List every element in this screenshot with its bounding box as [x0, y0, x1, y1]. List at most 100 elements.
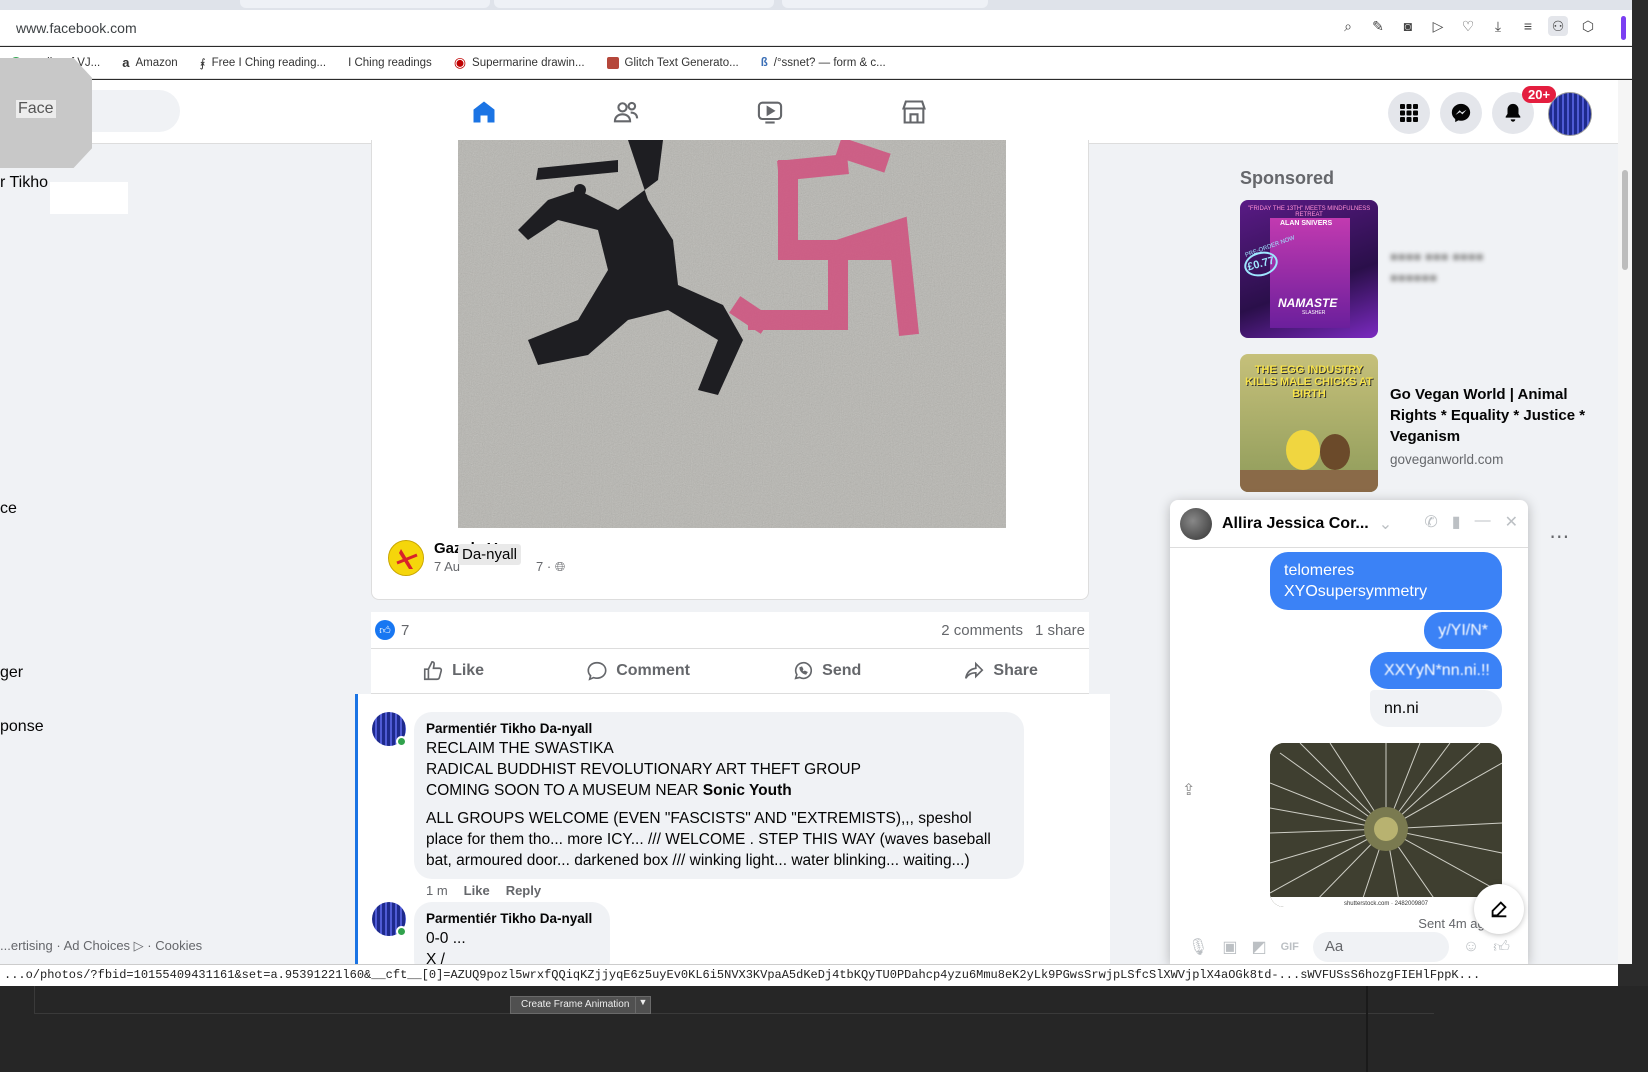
- search-placeholder[interactable]: Face: [16, 100, 56, 118]
- bookmark-item[interactable]: ß /°ssnet? — form & c...: [761, 57, 886, 69]
- tab-friends[interactable]: [558, 80, 694, 144]
- sidebar-item-profile[interactable]: r Tikho: [0, 174, 48, 192]
- sticker-icon[interactable]: ◩: [1251, 937, 1266, 957]
- send-button[interactable]: Send: [792, 660, 861, 682]
- emoji-icon[interactable]: ☺: [1463, 938, 1479, 956]
- search-icon[interactable]: ⌕: [1338, 16, 1358, 36]
- gif-icon[interactable]: GIF: [1281, 941, 1299, 953]
- chat-message[interactable]: telomeres XYOsupersymmetry: [1270, 552, 1502, 610]
- redaction-patch: [50, 182, 128, 214]
- url-text[interactable]: www.facebook.com: [16, 20, 137, 36]
- browser-tab[interactable]: [782, 0, 988, 8]
- minimize-icon[interactable]: —: [1475, 512, 1491, 532]
- dropdown-arrow-icon[interactable]: ▼: [635, 996, 651, 1014]
- chat-contact-avatar[interactable]: [1180, 507, 1212, 540]
- download-icon[interactable]: ⤓: [1488, 16, 1508, 36]
- browser-tab-strip: [0, 0, 1632, 10]
- author-logo[interactable]: [388, 540, 424, 576]
- comment-button[interactable]: Comment: [586, 660, 690, 682]
- comments-count[interactable]: 2 comments: [941, 622, 1023, 639]
- commenter-name[interactable]: Parmentiér Tikho Da-nyall: [426, 910, 598, 928]
- chat-image[interactable]: shutterstock.com · 2482009807: [1270, 743, 1502, 907]
- extension-cube-icon[interactable]: ⬡: [1578, 16, 1598, 36]
- account-avatar[interactable]: [1548, 92, 1592, 136]
- tab-watch[interactable]: [702, 80, 838, 144]
- profile-icon[interactable]: ⚇: [1548, 16, 1568, 36]
- comment: Parmentiér Tikho Da-nyall RECLAIM THE SW…: [372, 712, 1024, 898]
- background-app-panel: Create Frame Animation ▼: [0, 986, 1648, 1072]
- video-camera-icon[interactable]: ▮: [1452, 512, 1461, 532]
- ad-image[interactable]: THE EGG INDUSTRY KILLS MALE CHICKS AT BI…: [1240, 354, 1378, 492]
- photo-icon[interactable]: ▣: [1222, 937, 1237, 957]
- bookmark-label: Supermarine drawin...: [472, 56, 585, 69]
- sidebar-item[interactable]: ger: [0, 664, 23, 682]
- camera-icon[interactable]: ◙: [1398, 16, 1418, 36]
- microphone-icon[interactable]: 🎙︎: [1188, 937, 1208, 957]
- comment-time[interactable]: 1 m: [426, 883, 448, 898]
- like-button[interactable]: Like: [422, 660, 484, 682]
- thumbs-up-icon: [423, 661, 443, 681]
- bookmark-item[interactable]: ◉ Supermarine drawin...: [454, 54, 585, 71]
- comment-like-link[interactable]: Like: [464, 883, 490, 898]
- chevron-down-icon[interactable]: ⌄: [1379, 514, 1392, 534]
- more-options-icon[interactable]: ⋯: [1549, 524, 1569, 549]
- comment-reply-link[interactable]: Reply: [506, 883, 541, 898]
- footer-links[interactable]: ...ertising · Ad Choices ▷ · Cookies: [0, 938, 202, 954]
- bookmark-item[interactable]: Glitch Text Generato...: [606, 56, 739, 69]
- video-icon: [757, 101, 783, 124]
- menu-button[interactable]: [1388, 92, 1430, 134]
- reaction-count[interactable]: 👍︎ 7: [375, 620, 409, 640]
- message-text: XXYyN*nn.ni.!!: [1384, 662, 1490, 679]
- comment-line: RADICAL BUDDHIST REVOLUTIONARY ART THEFT…: [426, 761, 861, 778]
- sidebar-item[interactable]: ce: [0, 500, 17, 518]
- chick-yellow: [1286, 430, 1320, 470]
- sponsored-ad[interactable]: THE EGG INDUSTRY KILLS MALE CHICKS AT BI…: [1240, 354, 1590, 492]
- create-frame-animation-button[interactable]: Create Frame Animation: [510, 996, 641, 1014]
- send-label: Send: [822, 662, 862, 679]
- chat-contact-name[interactable]: Allira Jessica Cor...: [1222, 515, 1369, 533]
- commenter-avatar[interactable]: [372, 902, 407, 937]
- address-bar[interactable]: www.facebook.com ⌕ ✎ ◙ ▷ ♡ ⤓ ≡ ⚇ ⬡: [0, 10, 1632, 46]
- page-scrollbar[interactable]: [1618, 80, 1632, 964]
- chat-header-tools: ✆ ▮ — ✕: [1424, 512, 1518, 532]
- share-message-icon[interactable]: ⇪: [1182, 780, 1195, 800]
- timeline-grid: [34, 986, 1434, 1014]
- marketplace-icon: [902, 100, 926, 124]
- edit-icon[interactable]: ✎: [1368, 16, 1388, 36]
- chat-message[interactable]: y/YI/N*: [1424, 612, 1502, 649]
- bookmark-item[interactable]: ⨘ Free I Ching reading...: [200, 56, 326, 70]
- roundel-icon: ◉: [453, 54, 467, 70]
- messenger-button[interactable]: [1440, 92, 1482, 134]
- tab-marketplace[interactable]: [846, 80, 982, 144]
- tab-home[interactable]: [416, 80, 552, 144]
- ad-image[interactable]: "FRIDAY THE 13TH" MEETS MINDFULNESS RETR…: [1240, 200, 1378, 338]
- scrollbar-thumb[interactable]: [1622, 170, 1628, 270]
- chat-message[interactable]: XXYyN*nn.ni.!!: [1370, 652, 1502, 689]
- chat-message[interactable]: nn.ni: [1370, 690, 1502, 727]
- commenter-name[interactable]: Parmentiér Tikho Da-nyall: [426, 720, 1012, 738]
- post-image[interactable]: [458, 140, 1006, 528]
- browser-tab[interactable]: [494, 0, 774, 8]
- sidebar-toggle[interactable]: [1621, 16, 1626, 40]
- sidebar-item[interactable]: ponse: [0, 718, 44, 736]
- bookmark-label: Free I Ching reading...: [211, 56, 327, 69]
- online-indicator: [396, 736, 407, 747]
- heart-icon[interactable]: ♡: [1458, 16, 1478, 36]
- message-input[interactable]: Aa: [1312, 932, 1449, 962]
- sponsored-ad[interactable]: "FRIDAY THE 13TH" MEETS MINDFULNESS RETR…: [1240, 200, 1590, 338]
- browser-tab[interactable]: [240, 0, 490, 8]
- share-button[interactable]: Share: [963, 660, 1038, 682]
- menu-icon[interactable]: ≡: [1518, 16, 1538, 36]
- thumbs-up-icon[interactable]: 👍︎: [1493, 938, 1510, 957]
- close-icon[interactable]: ✕: [1505, 512, 1518, 532]
- chat-header[interactable]: Allira Jessica Cor... ⌄ ✆ ▮ — ✕: [1170, 500, 1528, 548]
- comment-label: Comment: [616, 662, 690, 679]
- shares-count[interactable]: 1 share: [1035, 622, 1085, 639]
- tagged-page[interactable]: Sonic Youth: [703, 782, 792, 799]
- bookmark-item[interactable]: a Amazon: [122, 55, 177, 70]
- play-icon[interactable]: ▷: [1428, 16, 1448, 36]
- bookmark-item[interactable]: I Ching readings: [348, 57, 432, 69]
- new-message-button[interactable]: [1474, 884, 1524, 934]
- phone-icon[interactable]: ✆: [1424, 512, 1437, 532]
- commenter-avatar[interactable]: [372, 712, 407, 747]
